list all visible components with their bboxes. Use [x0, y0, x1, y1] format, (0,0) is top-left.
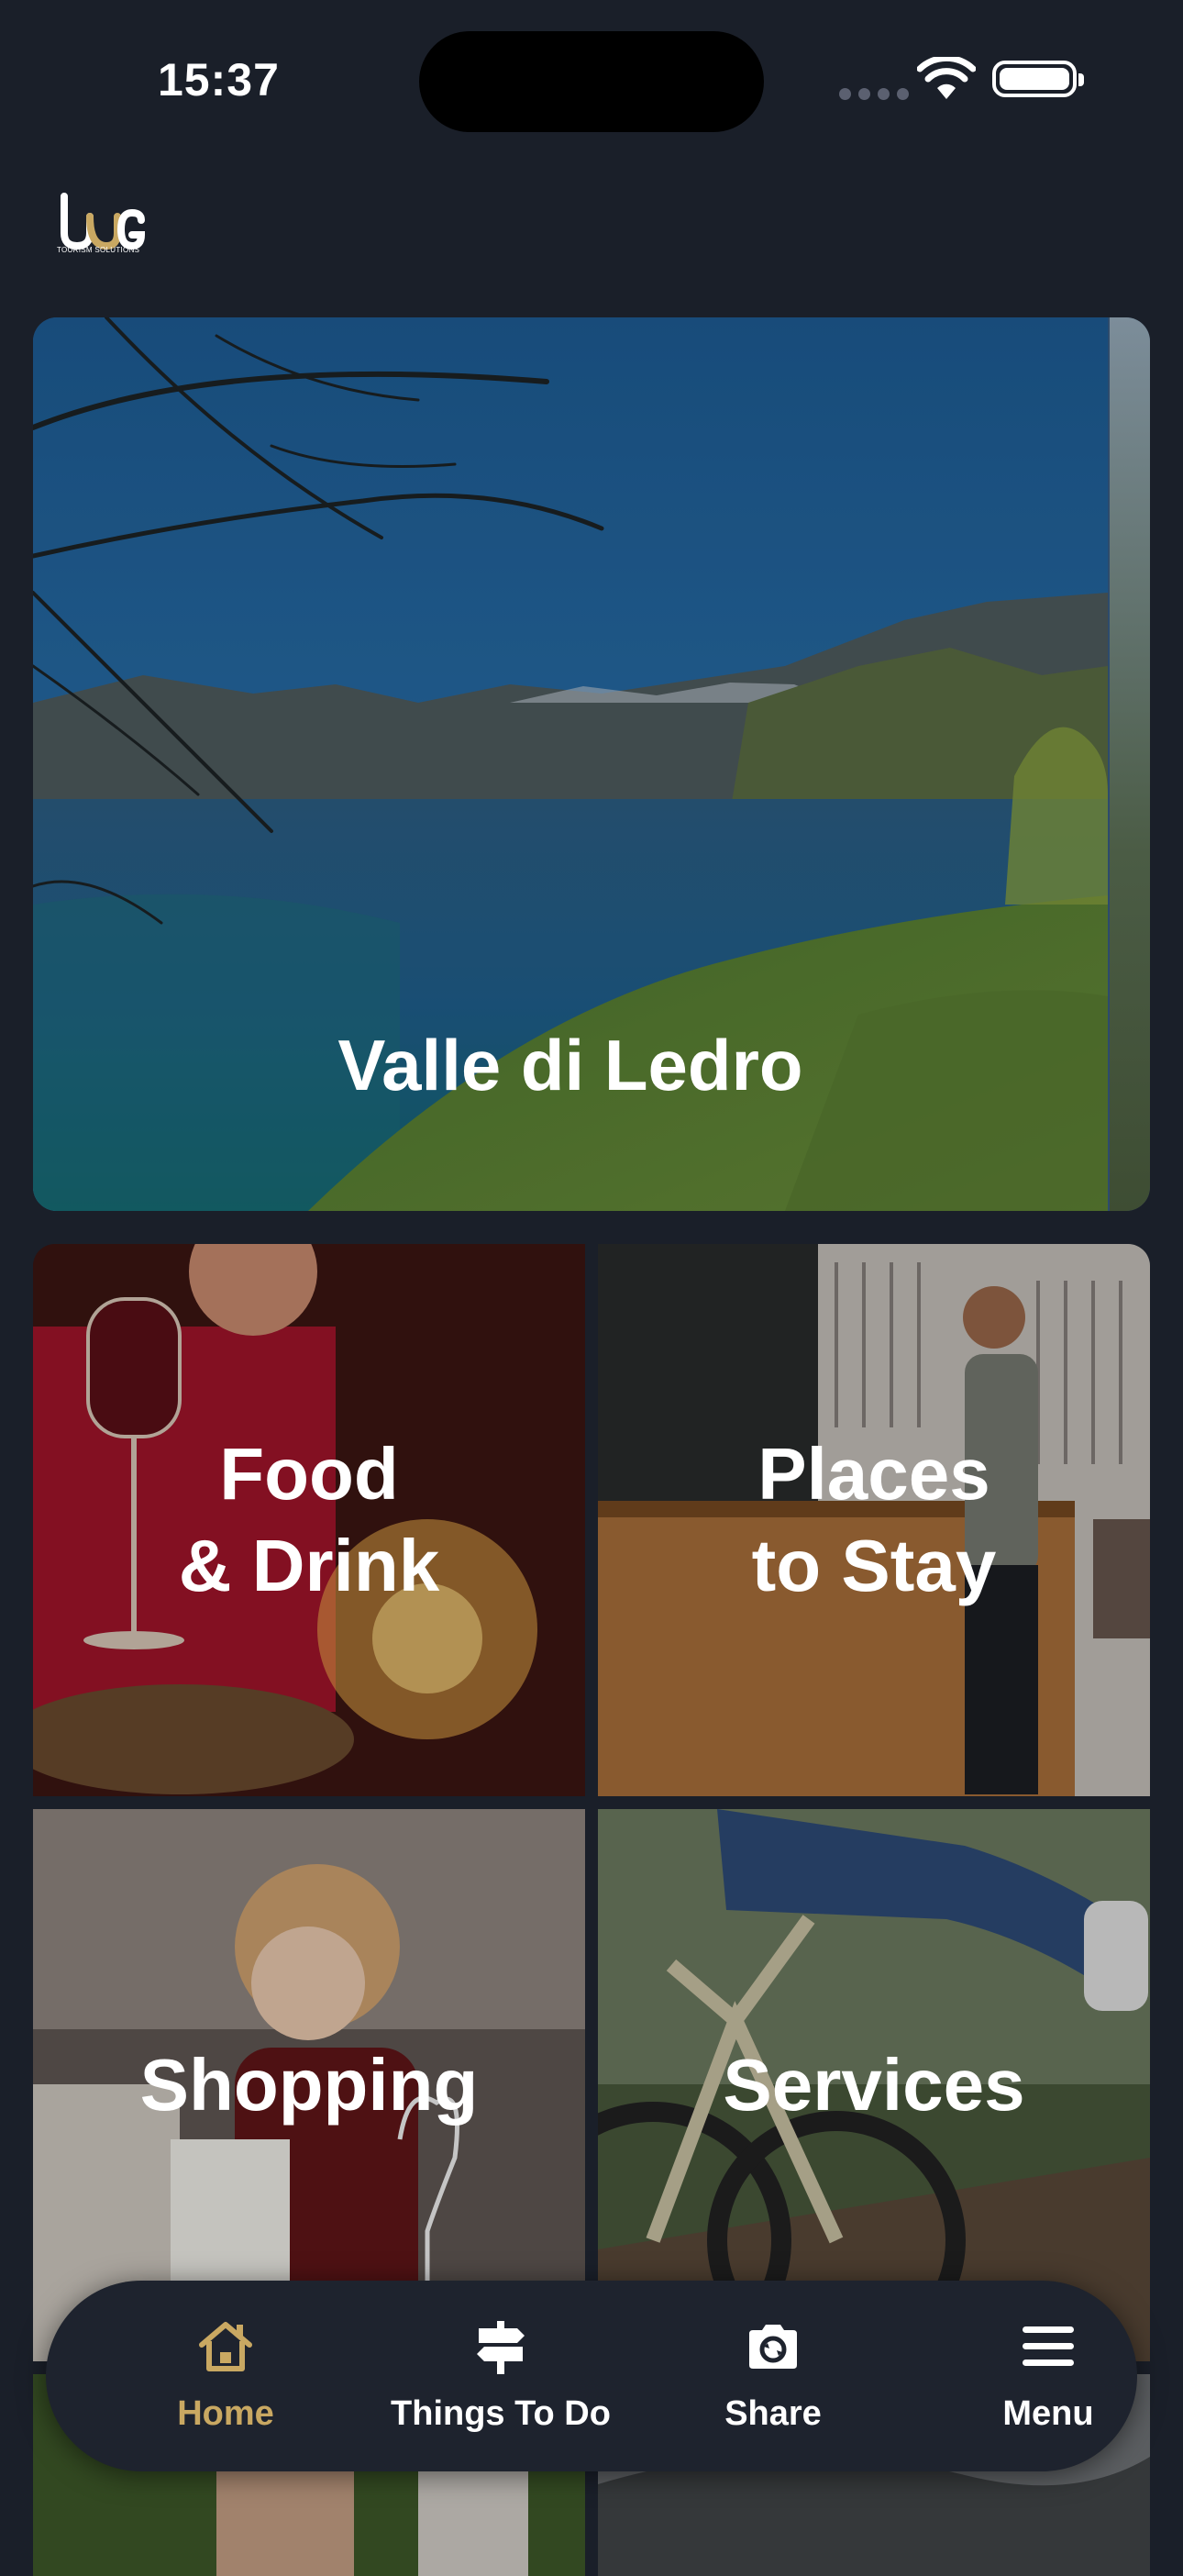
category-label: Shopping — [139, 2044, 479, 2126]
nav-home-label: Home — [177, 2394, 274, 2433]
status-time: 15:37 — [158, 54, 280, 105]
nav-share[interactable]: Share — [669, 2281, 877, 2471]
category-shopping[interactable]: Shopping — [33, 1809, 585, 2361]
category-food-drink[interactable]: Food & Drink — [33, 1244, 585, 1796]
logo-subtitle: TOURISM SOLUTIONS — [57, 246, 140, 254]
category-services[interactable]: Services — [598, 1809, 1150, 2361]
category-label: Services — [723, 2044, 1025, 2126]
hero-carousel[interactable]: Valle di Ledro — [33, 317, 1150, 1211]
category-label: Places to Stay — [751, 1433, 997, 1606]
nav-home[interactable]: Home — [125, 2281, 326, 2471]
home-icon — [199, 2322, 252, 2371]
bottom-navigation: Home Things To Do Share Menu — [46, 2281, 1137, 2471]
nav-things-to-do[interactable]: Things To Do — [321, 2281, 680, 2471]
nav-things-to-do-label: Things To Do — [391, 2394, 611, 2433]
category-label: Food & Drink — [178, 1433, 440, 1606]
hero-title: Valle di Ledro — [337, 1025, 803, 1105]
signpost-icon — [477, 2321, 525, 2374]
category-places-to-stay[interactable]: Places to Stay — [598, 1244, 1150, 1796]
wifi-icon — [917, 57, 976, 99]
dynamic-island — [419, 31, 764, 132]
camera-icon — [749, 2325, 797, 2369]
nav-share-label: Share — [724, 2394, 822, 2433]
battery-icon — [992, 61, 1084, 97]
nav-menu[interactable]: Menu — [945, 2281, 1152, 2471]
nav-menu-label: Menu — [1002, 2394, 1094, 2433]
hamburger-icon — [1023, 2326, 1074, 2366]
next-slide-preview[interactable] — [1110, 317, 1150, 1211]
cellular-signal-icon — [839, 88, 909, 100]
